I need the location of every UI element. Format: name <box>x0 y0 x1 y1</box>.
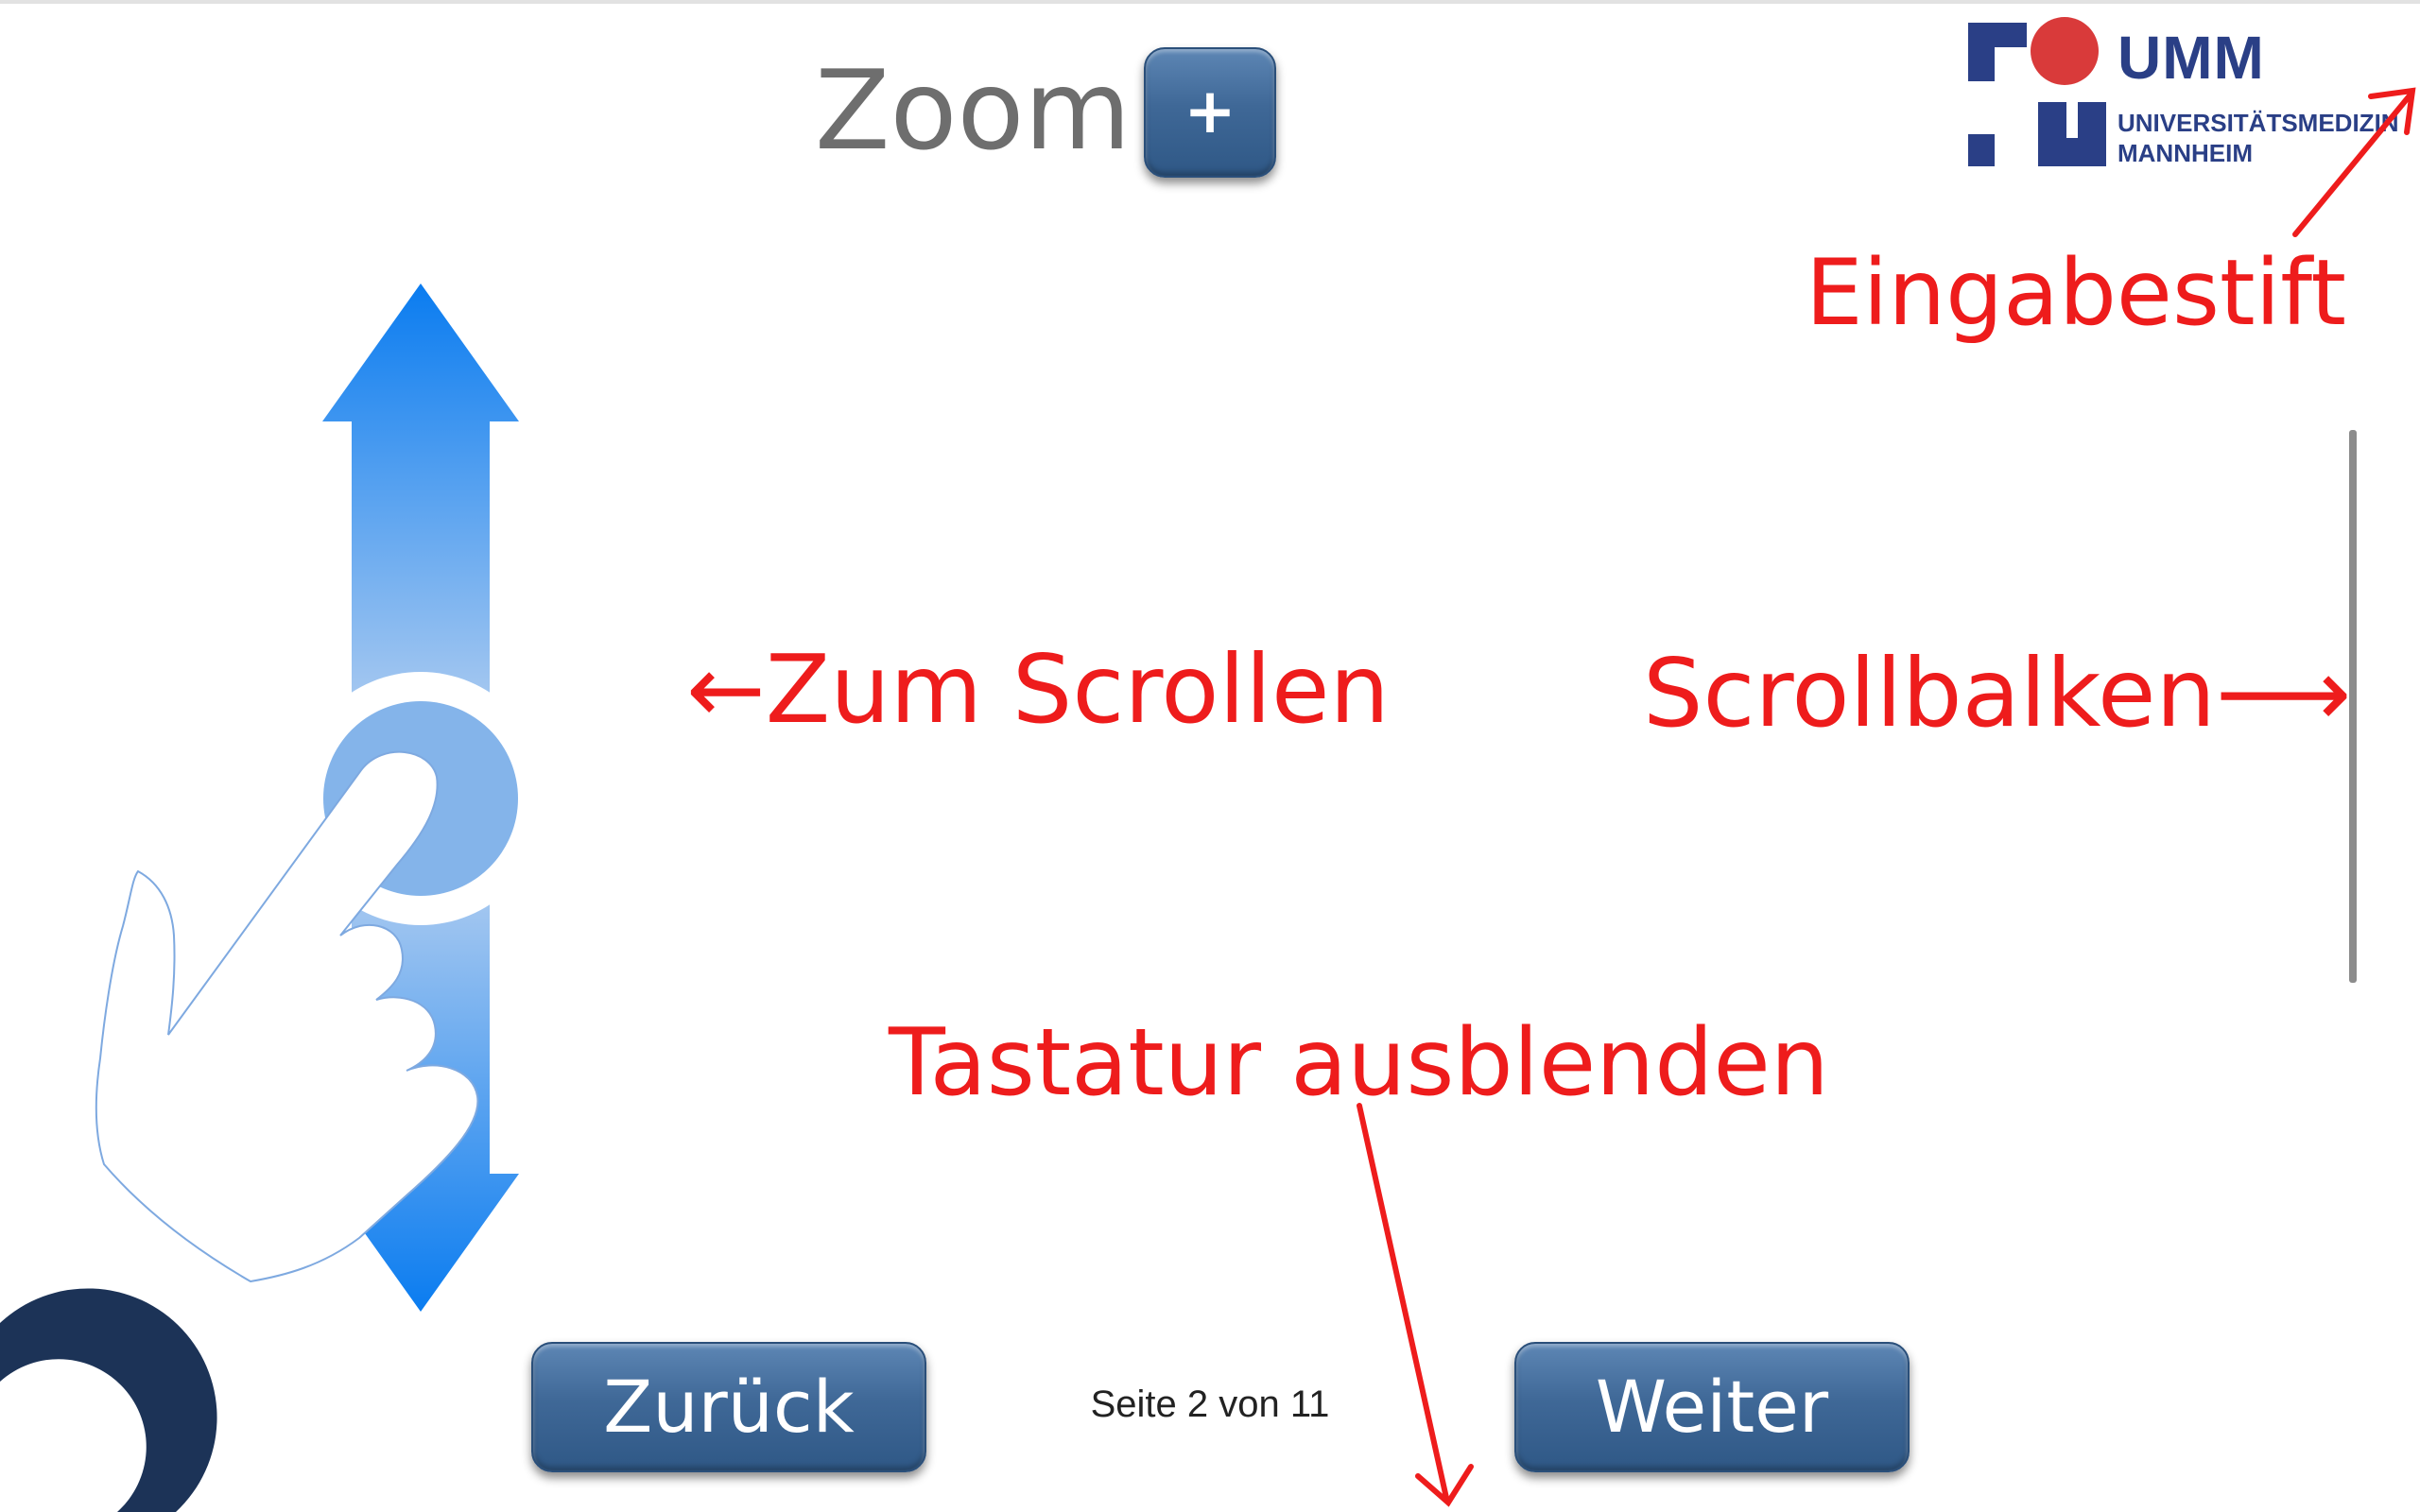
back-button[interactable]: Zurück <box>531 1342 926 1472</box>
page-indicator: Seite 2 von 11 <box>1090 1383 1330 1425</box>
next-button[interactable]: Weiter <box>1514 1342 1910 1472</box>
gesture-illustration <box>0 87 2416 1512</box>
annotation-keyboard: Tastatur ausblenden <box>889 1009 1829 1117</box>
spinner-ring-icon <box>0 1288 217 1512</box>
annotation-scrollbar: Scrollbalken⟶ <box>1643 638 2352 748</box>
annotation-scroll-gesture: ←Zum Scrollen <box>686 634 1390 745</box>
annotation-pen: Eingabestift <box>1806 240 2347 346</box>
vertical-scrollbar[interactable] <box>2349 430 2357 983</box>
